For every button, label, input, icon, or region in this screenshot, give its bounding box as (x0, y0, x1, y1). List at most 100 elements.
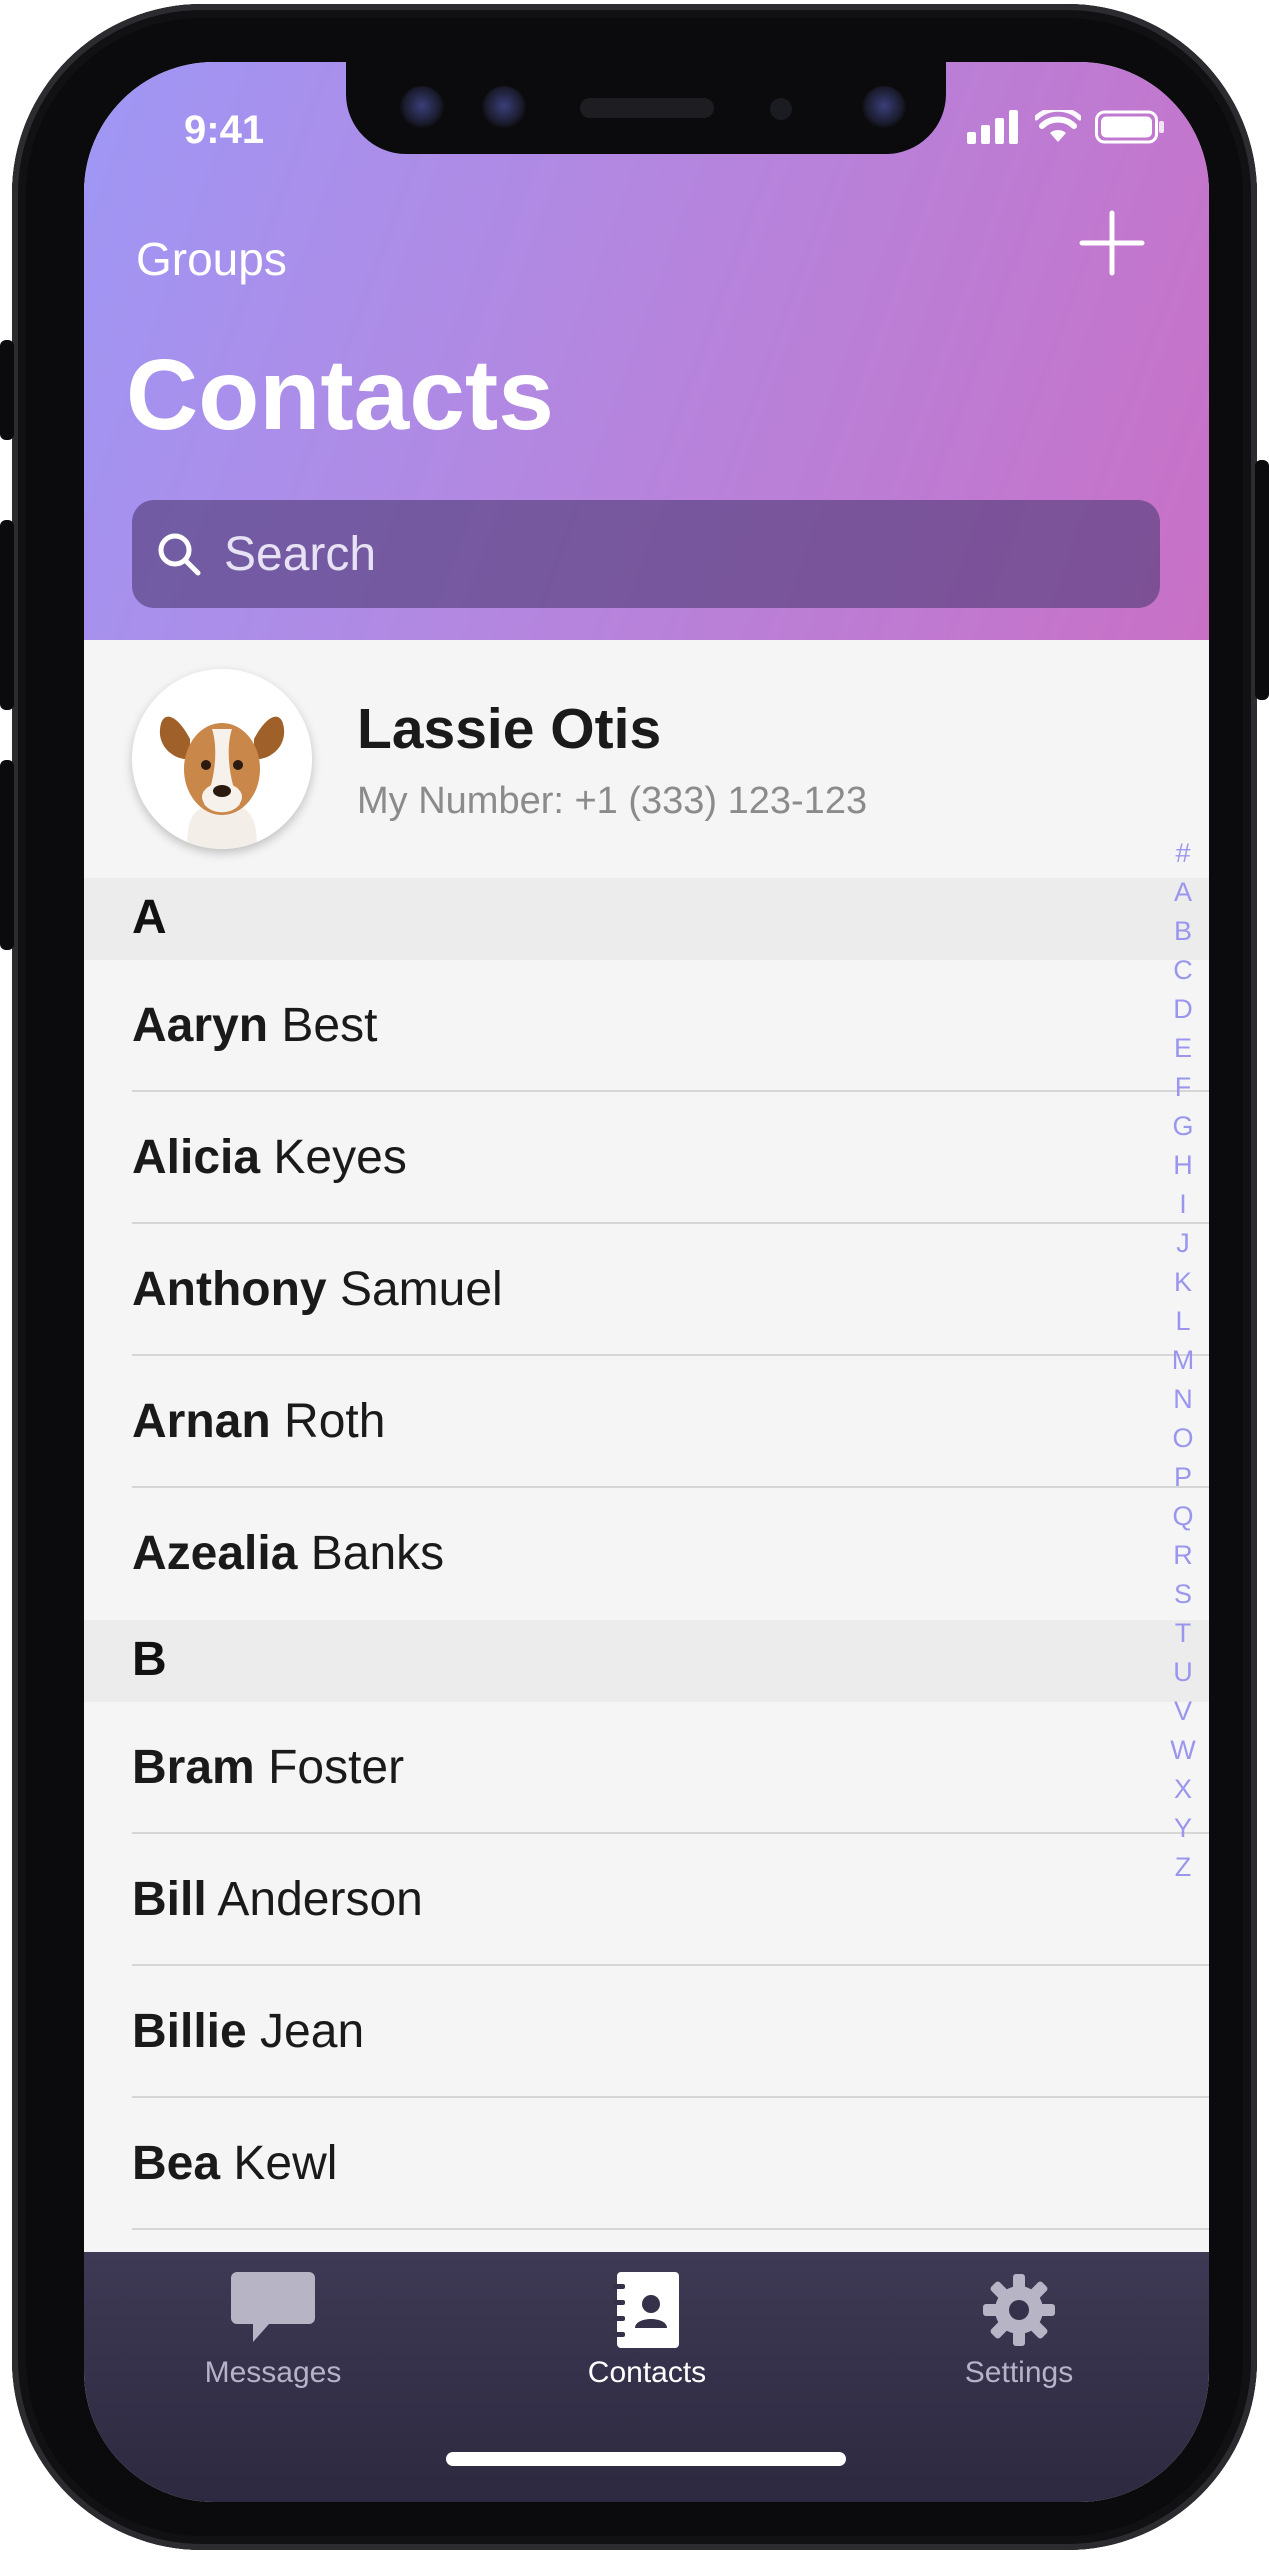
list-item[interactable]: Aaryn Best (84, 960, 1209, 1092)
tab-bar: Messages Contacts Settings (84, 2252, 1209, 2502)
camera-dot (400, 86, 444, 130)
index-letter[interactable]: K (1174, 1263, 1192, 1302)
volume-up-button (0, 520, 14, 710)
last-name: Foster (268, 1741, 405, 1794)
header: 9:41 Groups Contacts Search (84, 62, 1209, 640)
tab-settings[interactable]: Settings (889, 2252, 1149, 2412)
section-letter: A (132, 891, 167, 944)
list-item[interactable]: Anthony Samuel (84, 1224, 1209, 1356)
status-icons (967, 110, 1165, 144)
index-letter[interactable]: Z (1175, 1848, 1192, 1887)
add-contact-icon[interactable] (1077, 208, 1147, 278)
page-title: Contacts (126, 339, 554, 451)
index-letter[interactable]: M (1172, 1341, 1195, 1380)
volume-down-button (0, 760, 14, 950)
gear-icon (983, 2274, 1055, 2346)
last-name: Banks (310, 1527, 445, 1580)
index-letter[interactable]: X (1174, 1770, 1192, 1809)
tab-label: Settings (964, 2356, 1074, 2389)
tab-label: Messages (204, 2356, 342, 2389)
index-letter[interactable]: E (1174, 1029, 1192, 1068)
list-item[interactable]: Arnan Roth (84, 1356, 1209, 1488)
index-letter[interactable]: P (1174, 1458, 1192, 1497)
last-name: Kewl (233, 2137, 338, 2190)
dog-avatar-image (132, 669, 312, 849)
index-letter[interactable]: D (1173, 990, 1193, 1029)
first-name: Billie (132, 2005, 247, 2058)
index-letter[interactable]: W (1170, 1731, 1195, 1770)
first-name: Alicia (132, 1131, 261, 1184)
search-input[interactable]: Search (132, 500, 1160, 608)
power-button (1255, 460, 1269, 700)
list-item[interactable]: Bea Kewl (84, 2098, 1209, 2230)
proximity-sensor (770, 98, 792, 120)
section-header-a: A (84, 878, 1209, 960)
index-letter[interactable]: R (1173, 1536, 1193, 1575)
index-letter[interactable]: T (1175, 1614, 1192, 1653)
index-letter[interactable]: I (1179, 1185, 1187, 1224)
alphabet-index[interactable]: # A B C D E F G H I J K L M N O P Q R S T U V W X Y Z (1165, 834, 1201, 1887)
list-item[interactable]: Alicia Keyes (84, 1092, 1209, 1224)
last-name: Keyes (273, 1131, 407, 1184)
front-camera (862, 86, 906, 130)
speaker-grille (580, 98, 714, 118)
search-icon (158, 533, 201, 576)
my-name: Lassie Otis (357, 697, 662, 761)
index-letter[interactable]: B (1174, 912, 1192, 951)
list-item[interactable]: Bill Anderson (84, 1834, 1209, 1966)
index-letter[interactable]: O (1172, 1419, 1193, 1458)
index-letter[interactable]: H (1173, 1146, 1193, 1185)
index-letter[interactable]: U (1173, 1653, 1193, 1692)
avatar (132, 669, 312, 849)
index-letter[interactable]: G (1172, 1107, 1193, 1146)
mute-switch (0, 340, 14, 440)
index-letter[interactable]: J (1176, 1224, 1190, 1263)
index-letter[interactable]: F (1175, 1068, 1192, 1107)
notch (346, 62, 946, 154)
index-letter[interactable]: V (1174, 1692, 1192, 1731)
first-name: Arnan (132, 1395, 271, 1448)
tab-label: Contacts (587, 2356, 707, 2389)
last-name: Jean (260, 2005, 365, 2058)
last-name: Anderson (217, 1873, 423, 1926)
home-indicator[interactable] (446, 2452, 846, 2466)
row-divider (132, 2228, 1209, 2230)
first-name: Anthony (132, 1263, 327, 1316)
sensor-dot (482, 86, 526, 130)
section-header-b: B (84, 1620, 1209, 1702)
last-name: Best (281, 999, 378, 1052)
index-letter[interactable]: N (1173, 1380, 1193, 1419)
signal-icon (967, 110, 1018, 144)
section-letter: B (132, 1633, 167, 1686)
address-book-icon (613, 2272, 679, 2348)
first-name: Bea (132, 2137, 221, 2190)
list-item[interactable]: Azealia Banks (84, 1488, 1209, 1620)
list-item[interactable]: Bram Foster (84, 1702, 1209, 1834)
first-name: Bram (132, 1741, 255, 1794)
last-name: Samuel (339, 1263, 503, 1316)
index-letter[interactable]: L (1175, 1302, 1190, 1341)
index-letter[interactable]: A (1174, 873, 1192, 912)
my-card[interactable]: Lassie Otis My Number: +1 (333) 123-123 (84, 640, 1209, 878)
index-letter[interactable]: S (1174, 1575, 1192, 1614)
chat-bubble-icon (231, 2272, 315, 2342)
search-placeholder: Search (224, 527, 377, 581)
index-letter[interactable]: # (1175, 834, 1190, 873)
index-letter[interactable]: Y (1174, 1809, 1192, 1848)
battery-icon (1095, 110, 1164, 144)
phone-frame: 9:41 Groups Contacts Search Lassie Otis … (12, 4, 1257, 2550)
groups-button[interactable]: Groups (136, 232, 287, 286)
first-name: Bill (132, 1873, 207, 1926)
app-screen: 9:41 Groups Contacts Search Lassie Otis … (84, 62, 1209, 2502)
wifi-icon (1035, 110, 1081, 142)
index-letter[interactable]: C (1173, 951, 1193, 990)
index-letter[interactable]: Q (1172, 1497, 1193, 1536)
tab-messages[interactable]: Messages (143, 2252, 403, 2412)
first-name: Azealia (132, 1527, 298, 1580)
my-number: My Number: +1 (333) 123-123 (357, 780, 868, 822)
status-time: 9:41 (184, 108, 265, 152)
list-item[interactable]: Billie Jean (84, 1966, 1209, 2098)
tab-contacts[interactable]: Contacts (517, 2252, 777, 2412)
last-name: Roth (284, 1395, 386, 1448)
first-name: Aaryn (132, 999, 269, 1052)
